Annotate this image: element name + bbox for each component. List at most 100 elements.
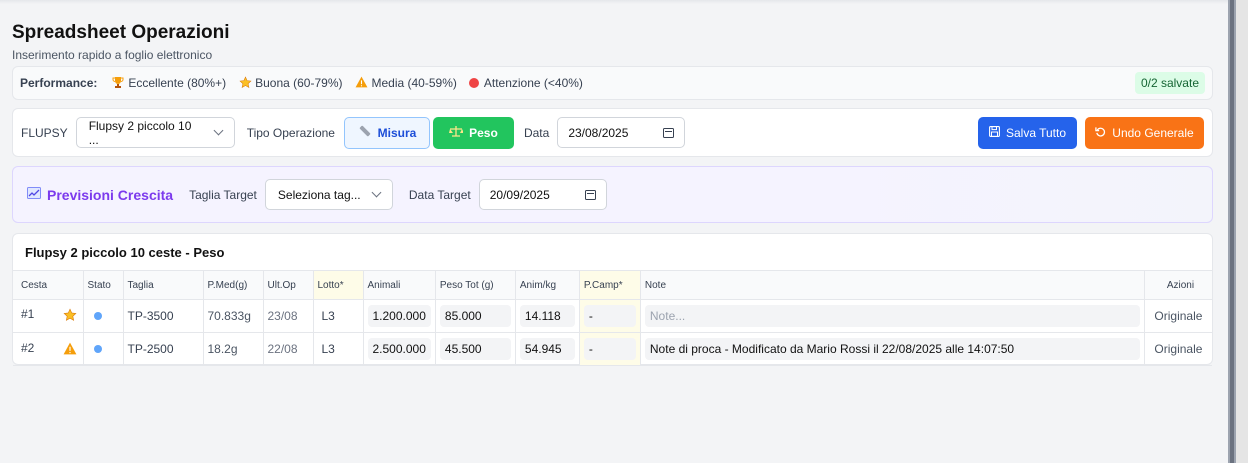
- flupsy-label: FLUPSY: [21, 125, 68, 140]
- ultop-cell: 22/08: [263, 332, 314, 366]
- data-target-label: Data Target: [408, 187, 471, 202]
- peso-button[interactable]: Peso: [432, 116, 514, 149]
- table-header-row: Cesta Stato Taglia P.Med(g) Ult.Op Lotto…: [13, 270, 1212, 300]
- save-all-button[interactable]: Salva Tutto: [978, 116, 1077, 149]
- note-input[interactable]: Note di proca - Modificato da Mario Ross…: [644, 338, 1140, 360]
- scale-icon: [449, 125, 465, 141]
- legend-excellent: Eccellente (80%+): [111, 76, 226, 90]
- anim-kg-value: 54.945: [519, 338, 575, 360]
- warning-icon: [63, 342, 77, 358]
- peso-tot-cell[interactable]: 85.000: [435, 299, 516, 333]
- toolbar-actions: Salva Tutto Undo Generale: [978, 116, 1204, 149]
- note-cell[interactable]: Note di proca - Modificato da Mario Ross…: [640, 332, 1145, 366]
- lotto-value: L3: [321, 342, 335, 356]
- star-icon: [63, 308, 77, 325]
- growth-forecast-panel: Previsioni Crescita Taglia Target Selezi…: [12, 166, 1213, 223]
- forecast-title-label: Previsioni Crescita: [47, 186, 174, 203]
- taglia-cell: TP-2500: [123, 332, 204, 366]
- table-title: Flupsy 2 piccolo 10 ceste - Peso: [25, 245, 225, 260]
- column-header-cesta: Cesta: [13, 270, 84, 300]
- chevron-down-icon: [213, 125, 224, 136]
- operation-toolbar: FLUPSY Flupsy 2 piccolo 10 ... Tipo Oper…: [12, 108, 1213, 157]
- animali-cell[interactable]: 1.200.000: [363, 299, 436, 333]
- column-header-note: Note: [640, 270, 1145, 300]
- legend-medium: Media (40-59%): [354, 76, 457, 90]
- status-dot: [93, 345, 102, 353]
- lotto-cell[interactable]: L3: [313, 332, 364, 366]
- column-header-ultop: Ult.Op: [263, 270, 314, 300]
- pmed-cell: 18.2g: [203, 332, 264, 366]
- column-header-pcamp: P.Camp*: [579, 270, 641, 300]
- spreadsheet-card: Flupsy 2 piccolo 10 ceste - Peso Cesta S…: [12, 233, 1213, 366]
- status-dot: [93, 312, 102, 320]
- flupsy-select-value: Flupsy 2 piccolo 10 ...: [88, 118, 192, 147]
- performance-label: Performance:: [20, 76, 98, 90]
- anim-kg-value: 14.118: [519, 305, 575, 327]
- saved-count-badge: 0/2 salvate: [1134, 72, 1205, 94]
- legend-good: Buona (60-79%): [238, 76, 342, 90]
- target-date-input[interactable]: 20/09/2025: [478, 179, 607, 210]
- undo-icon: [1095, 126, 1106, 140]
- misura-button[interactable]: Misura: [343, 116, 430, 149]
- peso-tot-input[interactable]: 45.500: [439, 338, 511, 360]
- date-input[interactable]: 23/08/2025: [557, 117, 686, 148]
- table-row: #1 TP-3500 70.833g 23/08 L3 1.200.000 85…: [13, 299, 1212, 333]
- flupsy-select[interactable]: Flupsy 2 piccolo 10 ...: [75, 117, 235, 148]
- azioni-cell[interactable]: Originale: [1144, 299, 1212, 333]
- warning-icon: [354, 76, 368, 90]
- azioni-cell[interactable]: Originale: [1144, 332, 1212, 366]
- column-header-taglia: Taglia: [123, 270, 204, 300]
- animali-input[interactable]: 1.200.000: [367, 305, 431, 327]
- column-header-anim-kg: Anim/kg: [515, 270, 580, 300]
- forecast-title: Previsioni Crescita: [27, 187, 173, 203]
- tipo-operazione-label: Tipo Operazione: [246, 125, 335, 140]
- anim-kg-cell: 54.945: [515, 332, 580, 366]
- animali-input[interactable]: 2.500.000: [367, 338, 431, 360]
- peso-button-label: Peso: [469, 125, 498, 140]
- save-all-label: Salva Tutto: [1005, 125, 1067, 140]
- pcamp-input[interactable]: -: [583, 305, 636, 327]
- calendar-icon: [584, 189, 596, 200]
- page-subtitle: Inserimento rapido a foglio elettronico: [12, 48, 213, 62]
- cesta-number: #1: [21, 307, 35, 321]
- taglia-target-select[interactable]: Seleziona tag...: [264, 179, 393, 210]
- taglia-target-label: Taglia Target: [189, 187, 257, 202]
- data-label: Data: [523, 125, 550, 140]
- taglia-target-value: Seleziona tag...: [277, 187, 361, 202]
- column-header-stato: Stato: [83, 270, 124, 300]
- misura-button-label: Misura: [377, 125, 417, 140]
- peso-tot-cell[interactable]: 45.500: [435, 332, 516, 366]
- calendar-icon: [663, 127, 675, 138]
- undo-all-button[interactable]: Undo Generale: [1085, 116, 1204, 149]
- legend-good-label: Buona (60-79%): [255, 76, 343, 90]
- chevron-down-icon: [371, 187, 382, 198]
- ruler-icon: [358, 124, 372, 141]
- performance-legend: Performance: Eccellente (80%+) Buona (60…: [12, 66, 1213, 100]
- lotto-cell[interactable]: L3: [313, 299, 364, 333]
- note-input[interactable]: Note...: [644, 305, 1140, 327]
- operations-table: Cesta Stato Taglia P.Med(g) Ult.Op Lotto…: [13, 270, 1212, 366]
- trophy-icon: [111, 76, 125, 90]
- pcamp-cell[interactable]: -: [579, 299, 641, 333]
- note-cell[interactable]: Note...: [640, 299, 1145, 333]
- legend-attention: Attenzione (<40%): [468, 76, 583, 90]
- scrollbar-thumb[interactable]: [1230, 0, 1234, 463]
- chart-line-icon: [27, 187, 41, 202]
- column-header-azioni: Azioni: [1144, 270, 1212, 300]
- table-row: #2 TP-2500 18.2g 22/08 L3 2.500.000 45.5…: [13, 332, 1212, 366]
- undo-all-label: Undo Generale: [1112, 125, 1194, 140]
- legend-medium-label: Media (40-59%): [371, 76, 457, 90]
- pcamp-cell[interactable]: -: [579, 332, 641, 366]
- animali-cell[interactable]: 2.500.000: [363, 332, 436, 366]
- stato-cell: [83, 332, 124, 366]
- column-header-animali: Animali: [363, 270, 436, 300]
- star-icon: [238, 76, 252, 90]
- pcamp-input[interactable]: -: [583, 338, 636, 360]
- vertical-scrollbar[interactable]: [1228, 0, 1248, 463]
- date-input-value: 23/08/2025: [568, 125, 629, 140]
- column-header-peso-tot: Peso Tot (g): [435, 270, 516, 300]
- peso-tot-input[interactable]: 85.000: [439, 305, 511, 327]
- cesta-number: #2: [21, 340, 35, 355]
- anim-kg-cell: 14.118: [515, 299, 580, 333]
- legend-excellent-label: Eccellente (80%+): [128, 76, 227, 90]
